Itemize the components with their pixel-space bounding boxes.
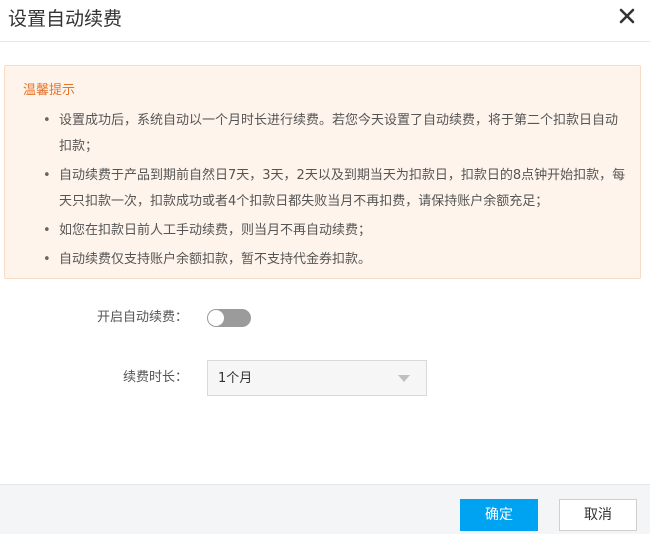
- duration-label: 续费时长：: [122, 370, 188, 385]
- notice-item: • 自动续费于产品到期前自然日7天，3天，2天以及到期当天为扣款日，扣款日的8点钟…: [43, 163, 628, 215]
- dialog-title: 设置自动续费: [8, 8, 123, 30]
- bullet-icon: •: [43, 168, 51, 183]
- notice-item-text: 如您在扣款日前人工手动续费，则当月不再自动续费；: [59, 223, 372, 238]
- bullet-icon: •: [43, 113, 51, 128]
- auto-renew-label: 开启自动续费：: [96, 310, 188, 325]
- notice-item: • 自动续费仅支持账户余额扣款，暂不支持代金券扣款。: [43, 247, 628, 273]
- toggle-knob: [208, 310, 224, 326]
- auto-renew-toggle[interactable]: [207, 309, 251, 327]
- cancel-button[interactable]: 取消: [559, 499, 637, 531]
- duration-select[interactable]: 1个月: [207, 360, 427, 396]
- notice-box: 温馨提示 • 设置成功后，系统自动以一个月时长进行续费。若您今天设置了自动续费，将…: [4, 65, 641, 279]
- bullet-icon: •: [43, 223, 51, 238]
- duration-row: 续费时长： 1个月: [0, 360, 650, 396]
- notice-list: • 设置成功后，系统自动以一个月时长进行续费。若您今天设置了自动续费，将于第二个扣…: [43, 108, 628, 276]
- close-icon-svg: [619, 8, 635, 24]
- notice-item-text: 自动续费于产品到期前自然日7天，3天，2天以及到期当天为扣款日，扣款日的8点钟开…: [59, 168, 626, 209]
- notice-item-text: 自动续费仅支持账户余额扣款，暂不支持代金券扣款。: [59, 252, 372, 267]
- dialog-header: 设置自动续费: [0, 0, 650, 42]
- notice-item: • 设置成功后，系统自动以一个月时长进行续费。若您今天设置了自动续费，将于第二个扣…: [43, 108, 628, 160]
- auto-renew-dialog: 设置自动续费 温馨提示 • 设置成功后，系统自动以一个月时长进行续费。若您今天设置…: [0, 0, 650, 534]
- dialog-footer: 确定 取消: [0, 484, 650, 534]
- notice-item-text: 设置成功后，系统自动以一个月时长进行续费。若您今天设置了自动续费，将于第二个扣款…: [59, 113, 619, 154]
- bullet-icon: •: [43, 252, 51, 267]
- auto-renew-row: 开启自动续费：: [0, 300, 650, 336]
- notice-title: 温馨提示: [23, 83, 76, 98]
- close-icon[interactable]: [618, 7, 636, 25]
- chevron-down-icon: [398, 375, 410, 382]
- notice-item: • 如您在扣款日前人工手动续费，则当月不再自动续费；: [43, 218, 628, 244]
- confirm-button[interactable]: 确定: [460, 499, 538, 531]
- duration-select-value: 1个月: [218, 371, 253, 386]
